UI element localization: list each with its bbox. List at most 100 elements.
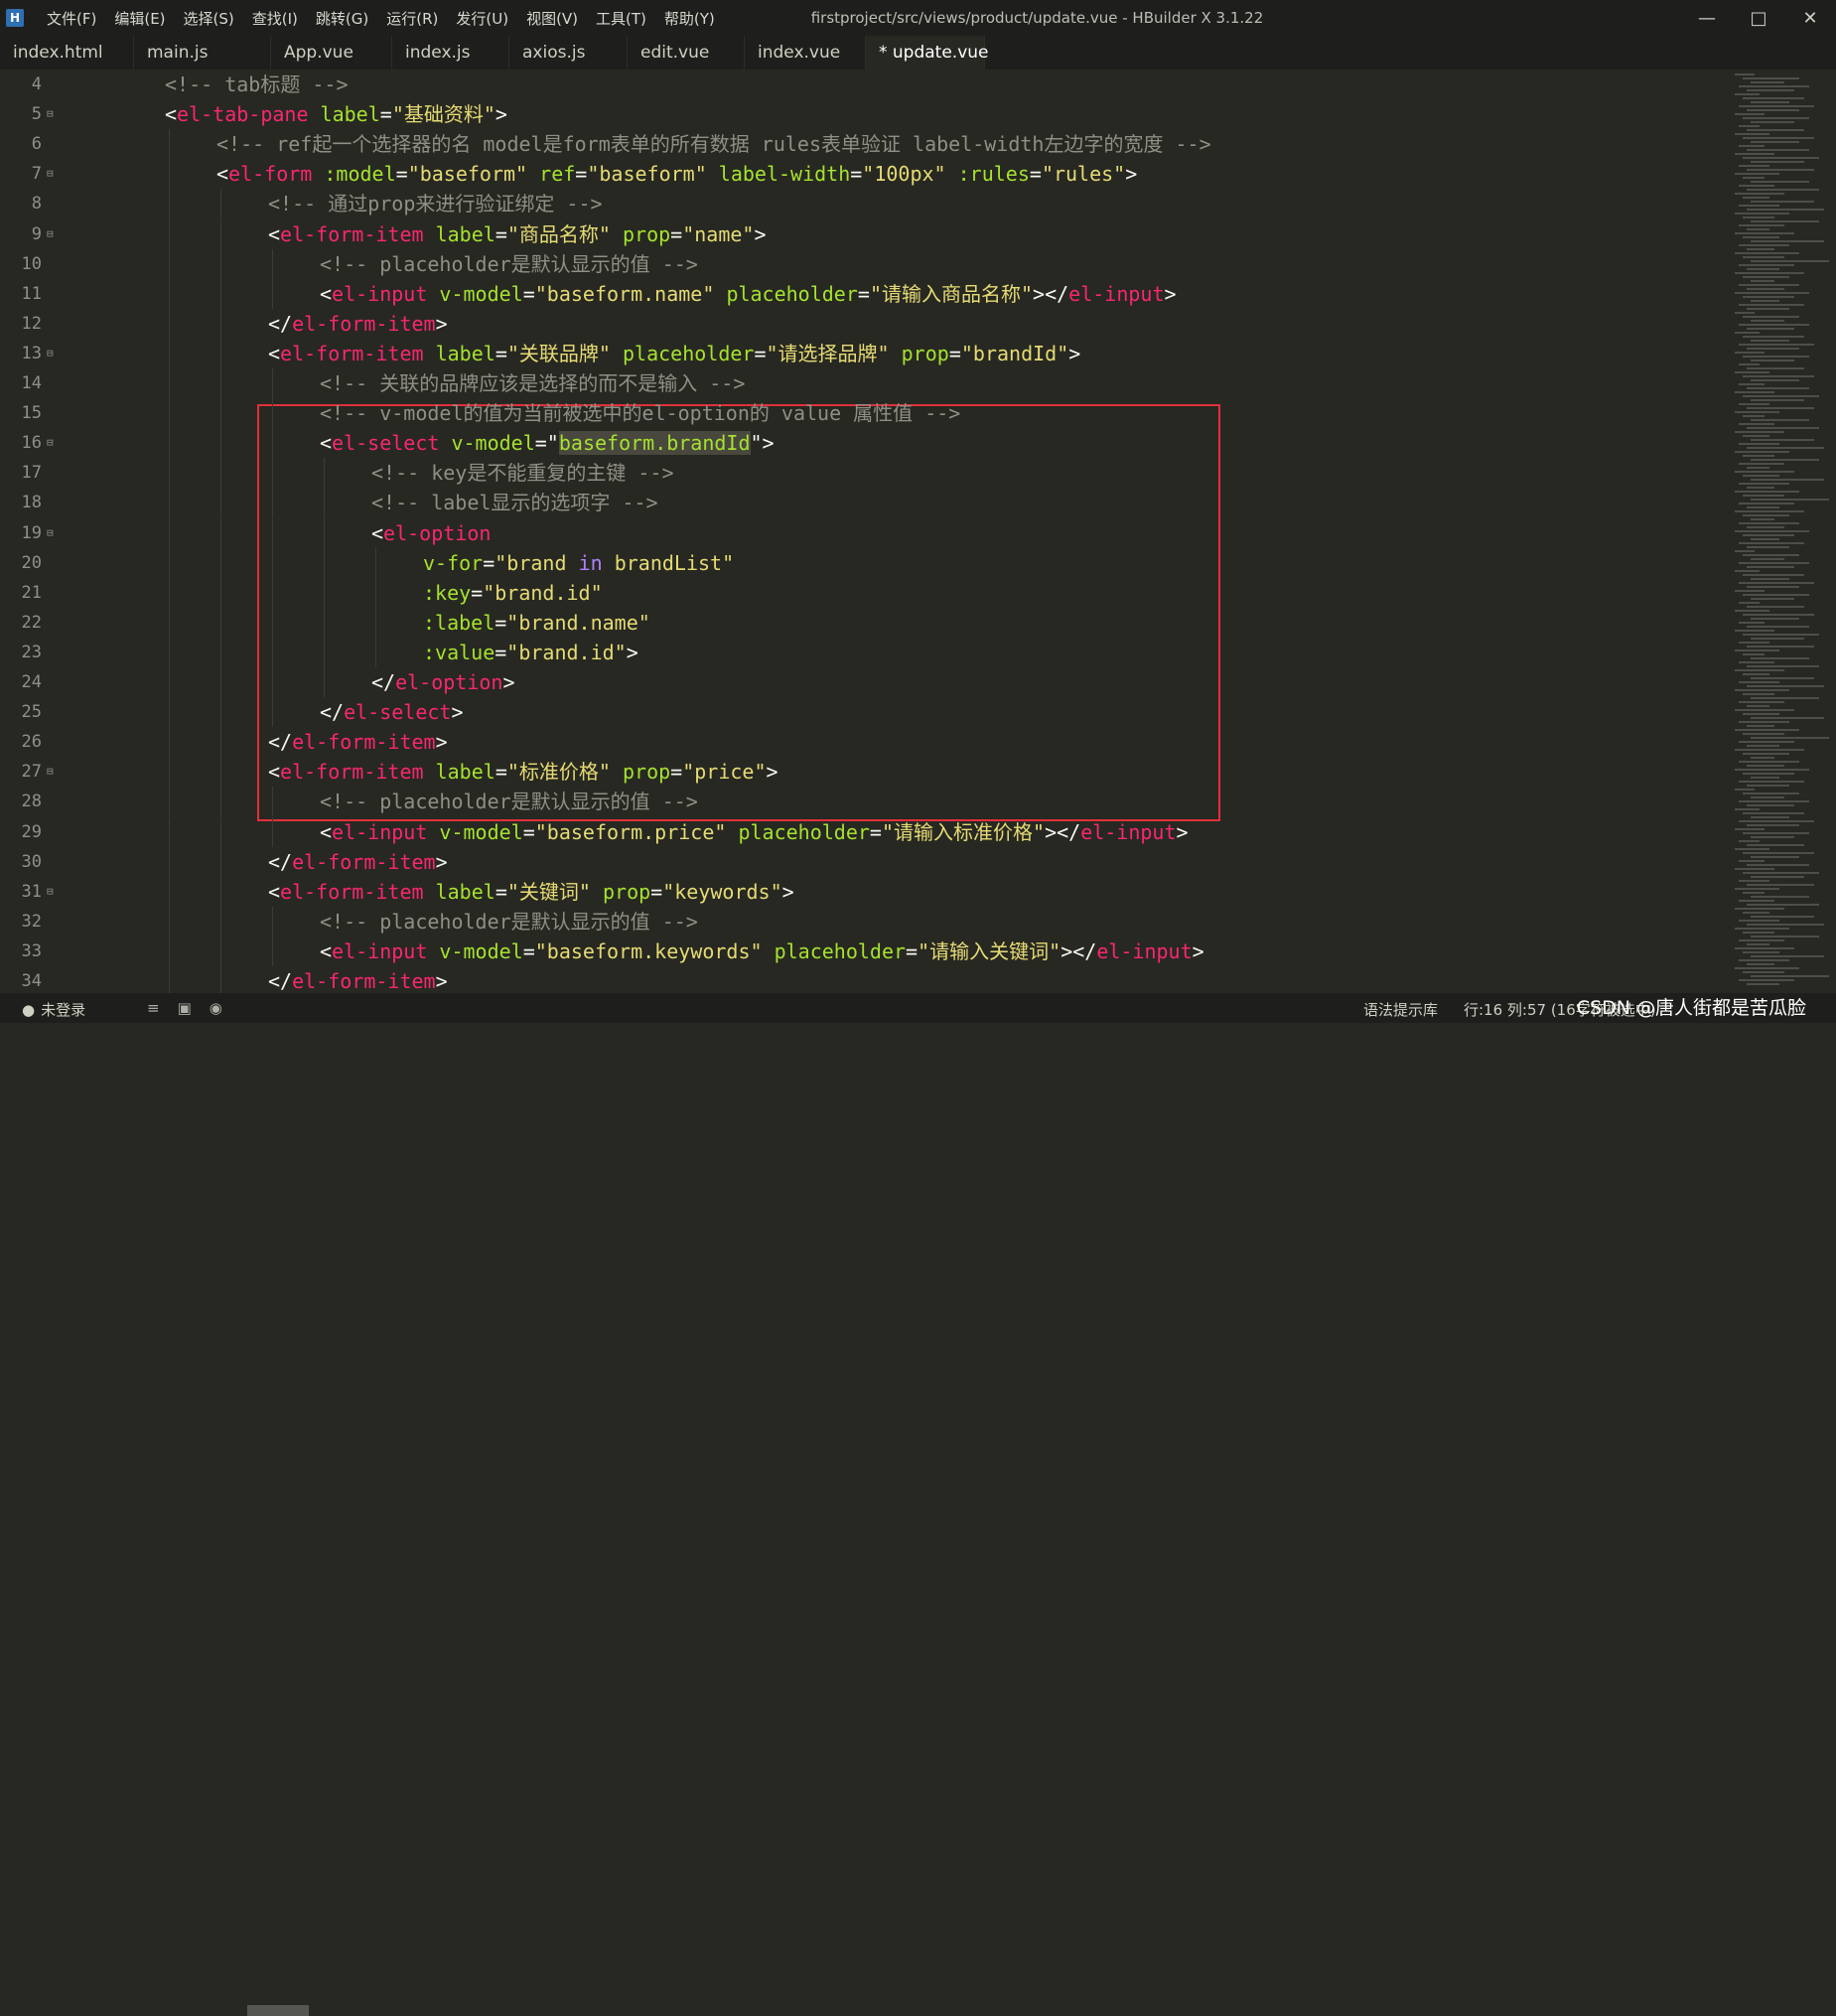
code-line[interactable]: 34 </el-form-item> [0,966,1718,996]
editor-tab[interactable]: axios.js [509,36,628,70]
code-line[interactable]: 26 </el-form-item> [0,727,1718,757]
menu-item[interactable]: 工具(T) [587,8,655,29]
code-line[interactable]: 18 <!-- label显示的选项字 --> [0,488,1718,517]
fold-toggle-icon[interactable]: ⊟ [47,428,54,458]
indent-guide [169,189,170,219]
code-line[interactable]: 24 </el-option> [0,667,1718,697]
code-line[interactable]: 28 <!-- placeholder是默认显示的值 --> [0,787,1718,816]
menu-item[interactable]: 发行(U) [447,8,517,29]
editor-tab[interactable]: index.js [392,36,509,70]
code-line[interactable]: 31 ⊟ <el-form-item label="关键词" prop="keywo… [0,877,1718,907]
indent-guide [272,667,273,698]
minimap-line [1743,356,1809,358]
editor-tab[interactable]: edit.vue [628,36,745,70]
syntax-hint-label[interactable]: 语法提示库 [1363,999,1438,1020]
minimize-icon[interactable]: — [1681,0,1733,36]
code-line[interactable]: 27 ⊟ <el-form-item label="标准价格" prop="pric… [0,757,1718,787]
code-line[interactable]: 32 <!-- placeholder是默认显示的值 --> [0,907,1718,936]
code-line[interactable]: 4 <!-- tab标题 --> [0,70,1718,99]
fold-toggle-icon[interactable]: ⊟ [47,877,54,907]
menu-item[interactable]: 选择(S) [175,8,243,29]
minimap-line [1751,320,1784,322]
code-line[interactable]: 12 </el-form-item> [0,309,1718,339]
menu-item[interactable]: 文件(F) [38,8,105,29]
editor-tab[interactable]: App.vue [271,36,392,70]
horizontal-scrollbar-thumb[interactable] [247,2005,309,2016]
menu-item[interactable]: 查找(I) [243,8,307,29]
code-line[interactable]: 11 <el-input v-model="baseform.name" plac… [0,279,1718,309]
code-line[interactable]: 25 </el-select> [0,697,1718,727]
minimap-line [1747,725,1774,727]
menu-item[interactable]: 编辑(E) [105,8,174,29]
line-number: 16 [21,433,42,454]
indent-guide [169,278,170,309]
minimap-line [1751,598,1794,600]
editor-tab[interactable]: * update.vue [866,36,989,70]
code-line[interactable]: 17 <!-- key是不能重复的主键 --> [0,458,1718,488]
code-token: label [435,341,495,365]
maximize-icon[interactable]: □ [1733,0,1784,36]
fold-toggle-icon[interactable]: ⊟ [47,339,54,368]
code-line[interactable]: 29 <el-input v-model="baseform.price" pla… [0,817,1718,847]
editor-tab[interactable]: index.vue [745,36,866,70]
preview-icon[interactable]: ◉ [210,999,222,1017]
minimap-line [1747,288,1784,290]
code-text: <el-select v-model="baseform.brandId"> [320,428,775,458]
code-line[interactable]: 16 ⊟ <el-select v-model="baseform.brandId"… [0,428,1718,458]
minimap-line [1743,256,1784,258]
code-line[interactable]: 20 v-for="brand in brandList" [0,548,1718,578]
fold-toggle-icon[interactable]: ⊟ [47,518,54,548]
code-line[interactable]: 22:label="brand.name" [0,608,1718,638]
code-line[interactable]: 10 <!-- placeholder是默认显示的值 --> [0,249,1718,279]
code-token: el-form-item [280,760,424,785]
code-text: <el-input v-model="baseform.keywords" pl… [320,936,1204,966]
minimap-line [1739,820,1814,822]
minimap-line [1735,848,1769,850]
code-line[interactable]: 23:value="brand.id"> [0,638,1718,667]
editor-tab[interactable]: main.js [134,36,271,70]
code-line[interactable]: 14 <!-- 关联的品牌应该是选择的而不是输入 --> [0,368,1718,398]
code-line[interactable]: 7 ⊟ <el-form :model="baseform" ref="basefo… [0,159,1718,189]
outline-icon[interactable]: ≡ [147,999,160,1017]
code-line[interactable]: 13 ⊟ <el-form-item label="关联品牌" placeholde… [0,339,1718,368]
menu-item[interactable]: 跳转(G) [307,8,377,29]
hbuilder-logo-icon[interactable]: H [6,9,24,27]
code-token: in [578,550,603,575]
login-status[interactable]: ● 未登录 [22,999,85,1020]
menu-item[interactable]: 帮助(Y) [655,8,724,29]
close-icon[interactable]: ✕ [1784,0,1836,36]
fold-toggle-icon[interactable]: ⊟ [47,219,54,249]
code-line[interactable]: 5 ⊟ <el-tab-pane label="基础资料"> [0,99,1718,129]
code-line[interactable]: 15 <!-- v-model的值为当前被选中的el-option的 value … [0,398,1718,428]
terminal-icon[interactable]: ▣ [178,999,192,1017]
code-line[interactable]: 19 ⊟ <el-option [0,518,1718,548]
minimap-line [1747,546,1789,548]
code-line[interactable]: 30 </el-form-item> [0,847,1718,877]
minimap-line [1751,896,1809,898]
menu-item[interactable]: 视图(V) [517,8,587,29]
code-token: "brand.id" [506,640,627,664]
menu-item[interactable]: 运行(R) [377,8,447,29]
indent-guide [220,876,221,907]
fold-toggle-icon[interactable]: ⊟ [47,99,54,129]
code-line[interactable]: 8 <!-- 通过prop来进行验证绑定 --> [0,189,1718,218]
code-editor[interactable]: 4 <!-- tab标题 --> 5 ⊟ <el-tab-pane label="基础资… [0,70,1836,997]
code-line[interactable]: 6 <!-- ref起一个选择器的名 model是form表单的所有数据 rule… [0,129,1718,159]
code-text: </el-form-item> [268,966,448,996]
code-token: < [268,879,281,904]
code-line[interactable]: 9 ⊟ <el-form-item label="商品名称" prop="name"… [0,219,1718,249]
minimap[interactable] [1727,70,1836,993]
fold-toggle-icon[interactable]: ⊟ [47,159,54,189]
code-line[interactable]: 33 <el-input v-model="baseform.keywords" … [0,936,1718,966]
minimap-line [1739,165,1769,167]
editor-tab[interactable]: index.html [0,36,134,70]
minimap-line [1735,232,1794,234]
minimap-line [1751,201,1814,203]
fold-toggle-icon[interactable]: ⊟ [47,757,54,787]
code-line[interactable]: 21:key="brand.id" [0,578,1718,608]
code-token: < [268,221,281,246]
code-token: "baseform" [587,162,707,187]
indent-guide [169,577,170,608]
code-token: el-input [332,281,428,306]
